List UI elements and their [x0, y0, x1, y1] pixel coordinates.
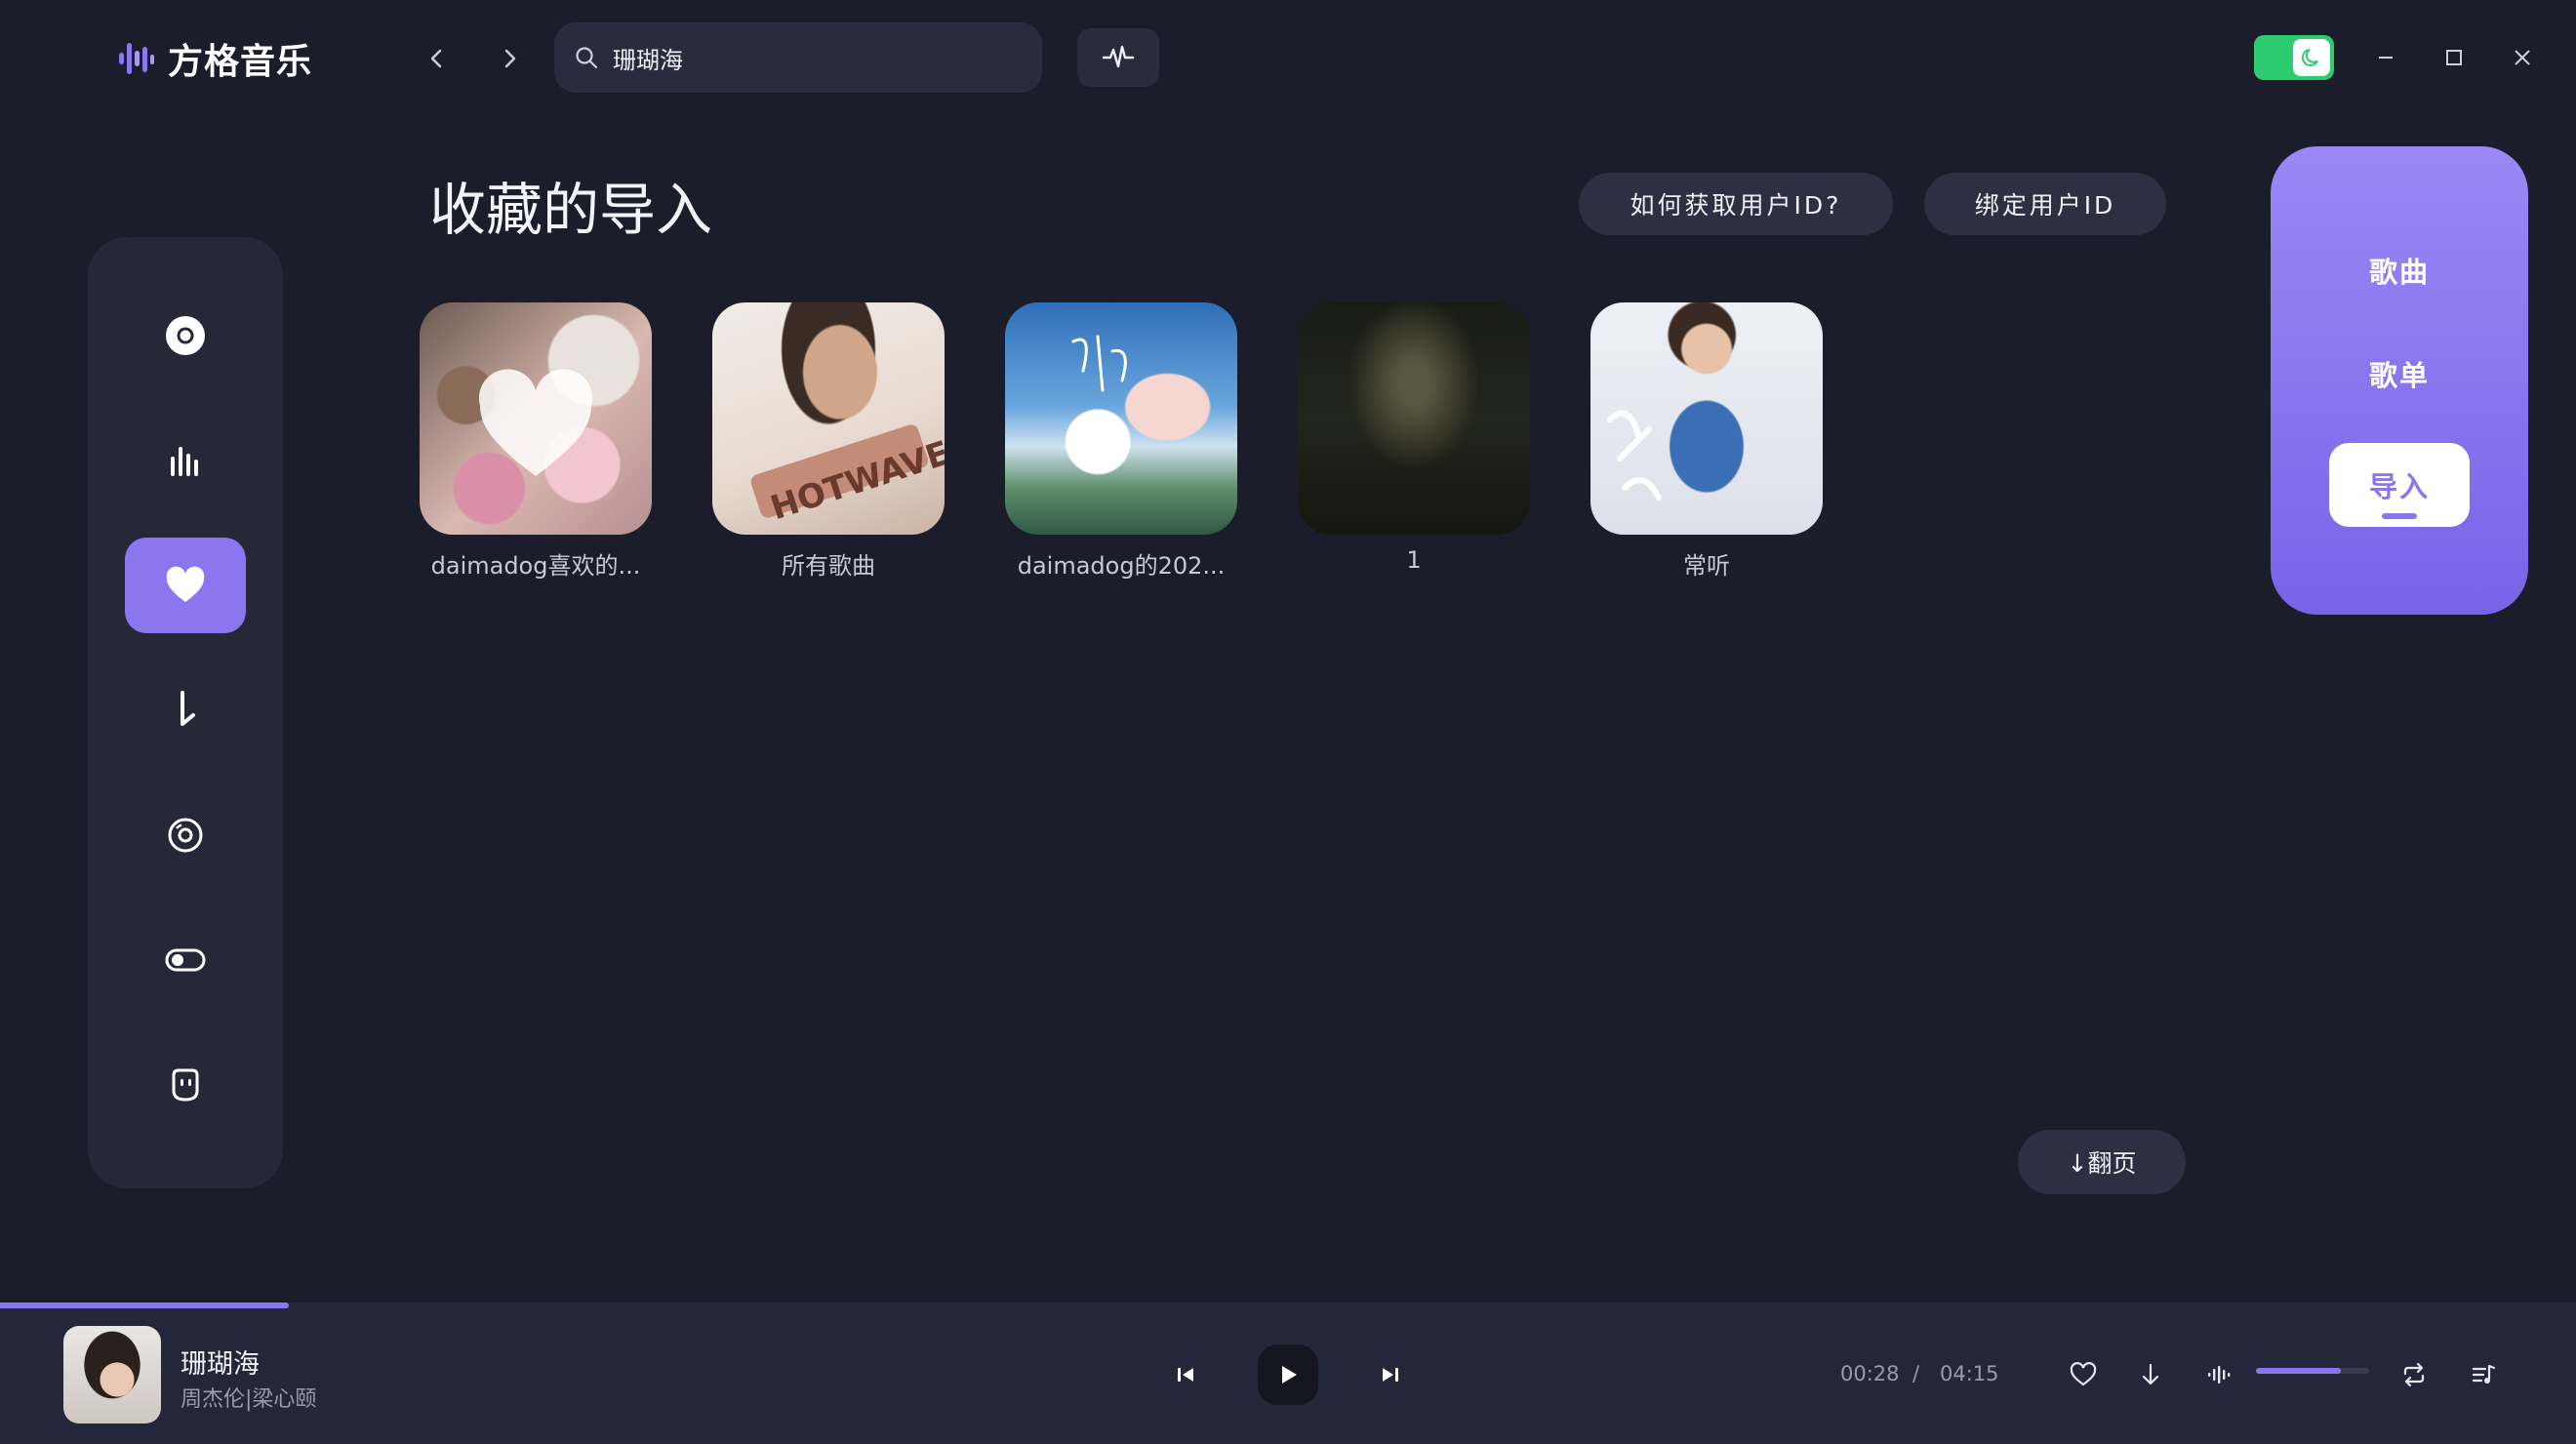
- playlist-card[interactable]: 1: [1298, 302, 1530, 574]
- toggle-icon: [165, 948, 206, 972]
- tab-panel: 歌曲 歌单 导入: [2271, 146, 2528, 615]
- chart-bars-icon: [171, 447, 198, 476]
- sidebar: [88, 237, 283, 1188]
- repeat-button[interactable]: [2384, 1344, 2444, 1405]
- heart-outline-icon: [2070, 1362, 2097, 1386]
- like-button[interactable]: [2053, 1344, 2113, 1405]
- playlist-card[interactable]: daimadog喜欢的...: [420, 302, 652, 581]
- playlist-card[interactable]: HOTWAVE 所有歌曲: [712, 302, 945, 581]
- playlist-label: 所有歌曲: [782, 552, 875, 580]
- sidebar-item-downloads[interactable]: [125, 662, 246, 758]
- playlist-card[interactable]: daimadog的202...: [1005, 302, 1237, 581]
- logo-icon: [119, 43, 154, 74]
- app-name: 方格音乐: [168, 42, 313, 82]
- cd-icon: [168, 818, 203, 853]
- chevron-right-icon: [504, 49, 516, 68]
- now-playing-artist[interactable]: 周杰伦|梁心颐: [181, 1382, 316, 1413]
- playlist-label: daimadog的202...: [1017, 552, 1226, 580]
- maximize-icon: [2446, 50, 2462, 65]
- previous-button[interactable]: [1155, 1344, 1216, 1405]
- next-page-button[interactable]: ↓翻页: [2018, 1130, 2186, 1194]
- playlist-cover: [1298, 302, 1530, 535]
- playlist-label: 常听: [1683, 552, 1730, 580]
- playlist-queue-button[interactable]: [2453, 1344, 2514, 1405]
- minimize-button[interactable]: [2361, 33, 2410, 82]
- next-button[interactable]: [1360, 1344, 1421, 1405]
- maximize-button[interactable]: [2430, 33, 2478, 82]
- playlist-cover: HOTWAVE: [712, 302, 945, 535]
- search-box[interactable]: [554, 22, 1042, 93]
- bind-user-id-button[interactable]: 绑定用户ID: [1924, 173, 2166, 235]
- heart-icon: [166, 566, 205, 602]
- audio-recognize-button[interactable]: [1077, 28, 1159, 87]
- download-icon: [181, 691, 195, 726]
- playlist-label: 1: [1406, 546, 1422, 574]
- heart-overlay-icon: [478, 369, 593, 476]
- how-to-get-id-button[interactable]: 如何获取用户ID?: [1579, 173, 1893, 235]
- current-time: 00:28: [1840, 1362, 1900, 1385]
- now-playing-cover[interactable]: [63, 1326, 161, 1424]
- sidebar-item-home[interactable]: [125, 288, 246, 383]
- repeat-icon: [2403, 1363, 2425, 1386]
- back-button[interactable]: [410, 31, 464, 86]
- album-art-text: HOTWAVE: [750, 424, 945, 528]
- total-time: 04:15: [1940, 1362, 1999, 1385]
- playlist-cover: [420, 302, 652, 535]
- moon-icon: [2301, 49, 2318, 66]
- sidebar-item-charts[interactable]: [125, 413, 246, 508]
- volume-button[interactable]: [2189, 1344, 2249, 1405]
- face-icon: [172, 1068, 199, 1102]
- tab-import[interactable]: 导入: [2329, 443, 2470, 527]
- volume-wave-icon: [2208, 1366, 2231, 1384]
- skip-next-icon: [1383, 1368, 1398, 1382]
- time-separator: /: [1912, 1362, 1920, 1385]
- close-button[interactable]: [2498, 33, 2547, 82]
- waveform-icon: [1102, 45, 1135, 68]
- tab-import-label: 导入: [2368, 470, 2430, 503]
- queue-music-icon: [2472, 1364, 2496, 1384]
- minimize-icon: [2379, 57, 2393, 59]
- arrow-down-icon: [2142, 1363, 2159, 1385]
- tab-songs[interactable]: 歌曲: [2329, 228, 2470, 312]
- close-icon: [2515, 50, 2530, 65]
- playlist-card[interactable]: 常听: [1590, 302, 1823, 581]
- tab-active-indicator: [2382, 513, 2417, 519]
- disc-icon: [166, 316, 205, 355]
- page-title: 收藏的导入: [429, 177, 713, 243]
- playlist-cover: [1005, 302, 1237, 535]
- theme-knob: [2293, 39, 2330, 76]
- play-button[interactable]: [1258, 1344, 1318, 1405]
- skip-previous-icon: [1178, 1368, 1193, 1382]
- playlist-label: daimadog喜欢的...: [430, 552, 641, 580]
- dark-mode-toggle[interactable]: [2254, 35, 2334, 80]
- now-playing-title[interactable]: 珊瑚海: [181, 1343, 260, 1381]
- search-input[interactable]: [611, 43, 1025, 72]
- playlist-cover: [1590, 302, 1823, 535]
- download-button[interactable]: [2120, 1344, 2181, 1405]
- sidebar-item-settings[interactable]: [125, 912, 246, 1008]
- volume-fill: [2256, 1368, 2341, 1374]
- app-logo: 方格音乐: [117, 33, 312, 84]
- album-art-calligraphy: [1071, 335, 1127, 392]
- chevron-left-icon: [430, 49, 442, 68]
- play-icon: [1282, 1366, 1297, 1384]
- search-icon: [576, 47, 598, 69]
- album-art-calligraphy: [1607, 410, 1662, 501]
- sidebar-item-favorites[interactable]: [125, 538, 246, 633]
- sidebar-item-about[interactable]: [125, 1037, 246, 1133]
- sidebar-item-albums[interactable]: [125, 787, 246, 883]
- tab-playlists[interactable]: 歌单: [2329, 332, 2470, 416]
- forward-button[interactable]: [482, 31, 537, 86]
